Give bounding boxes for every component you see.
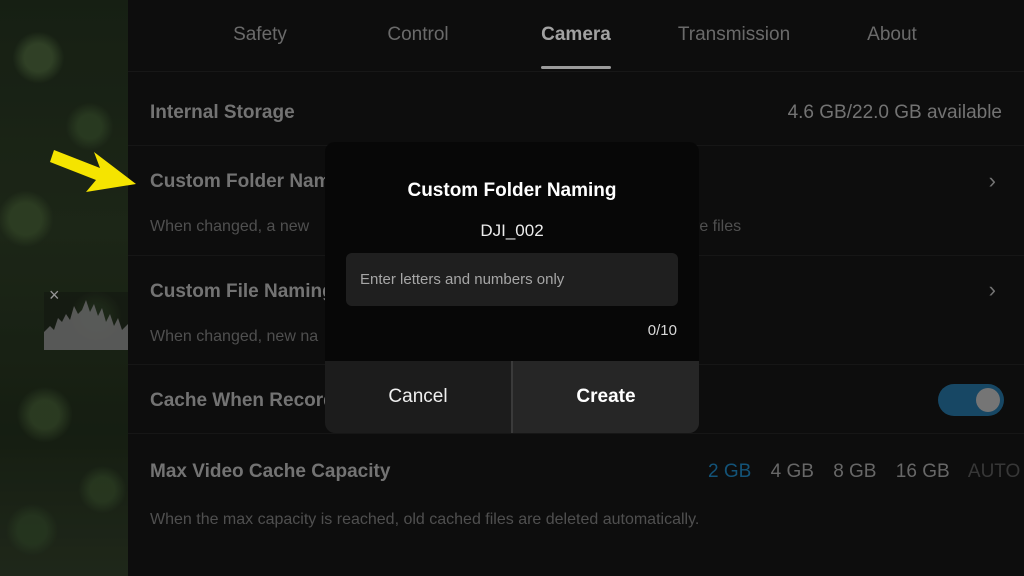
dialog-actions: Cancel Create	[325, 361, 699, 433]
folder-name-input[interactable]	[346, 253, 678, 306]
create-button[interactable]: Create	[513, 361, 699, 433]
current-folder-name: DJI_002	[480, 221, 544, 240]
cancel-button[interactable]: Cancel	[325, 361, 511, 433]
custom-folder-naming-dialog: Custom Folder Naming DJI_002 0/10 Cancel…	[325, 142, 699, 433]
character-count: 0/10	[647, 322, 677, 339]
app-screen: × Safety Control Camera Transmission Abo…	[0, 0, 1024, 576]
dialog-title: Custom Folder Naming	[407, 180, 617, 201]
annotation-arrow-icon	[50, 150, 136, 192]
